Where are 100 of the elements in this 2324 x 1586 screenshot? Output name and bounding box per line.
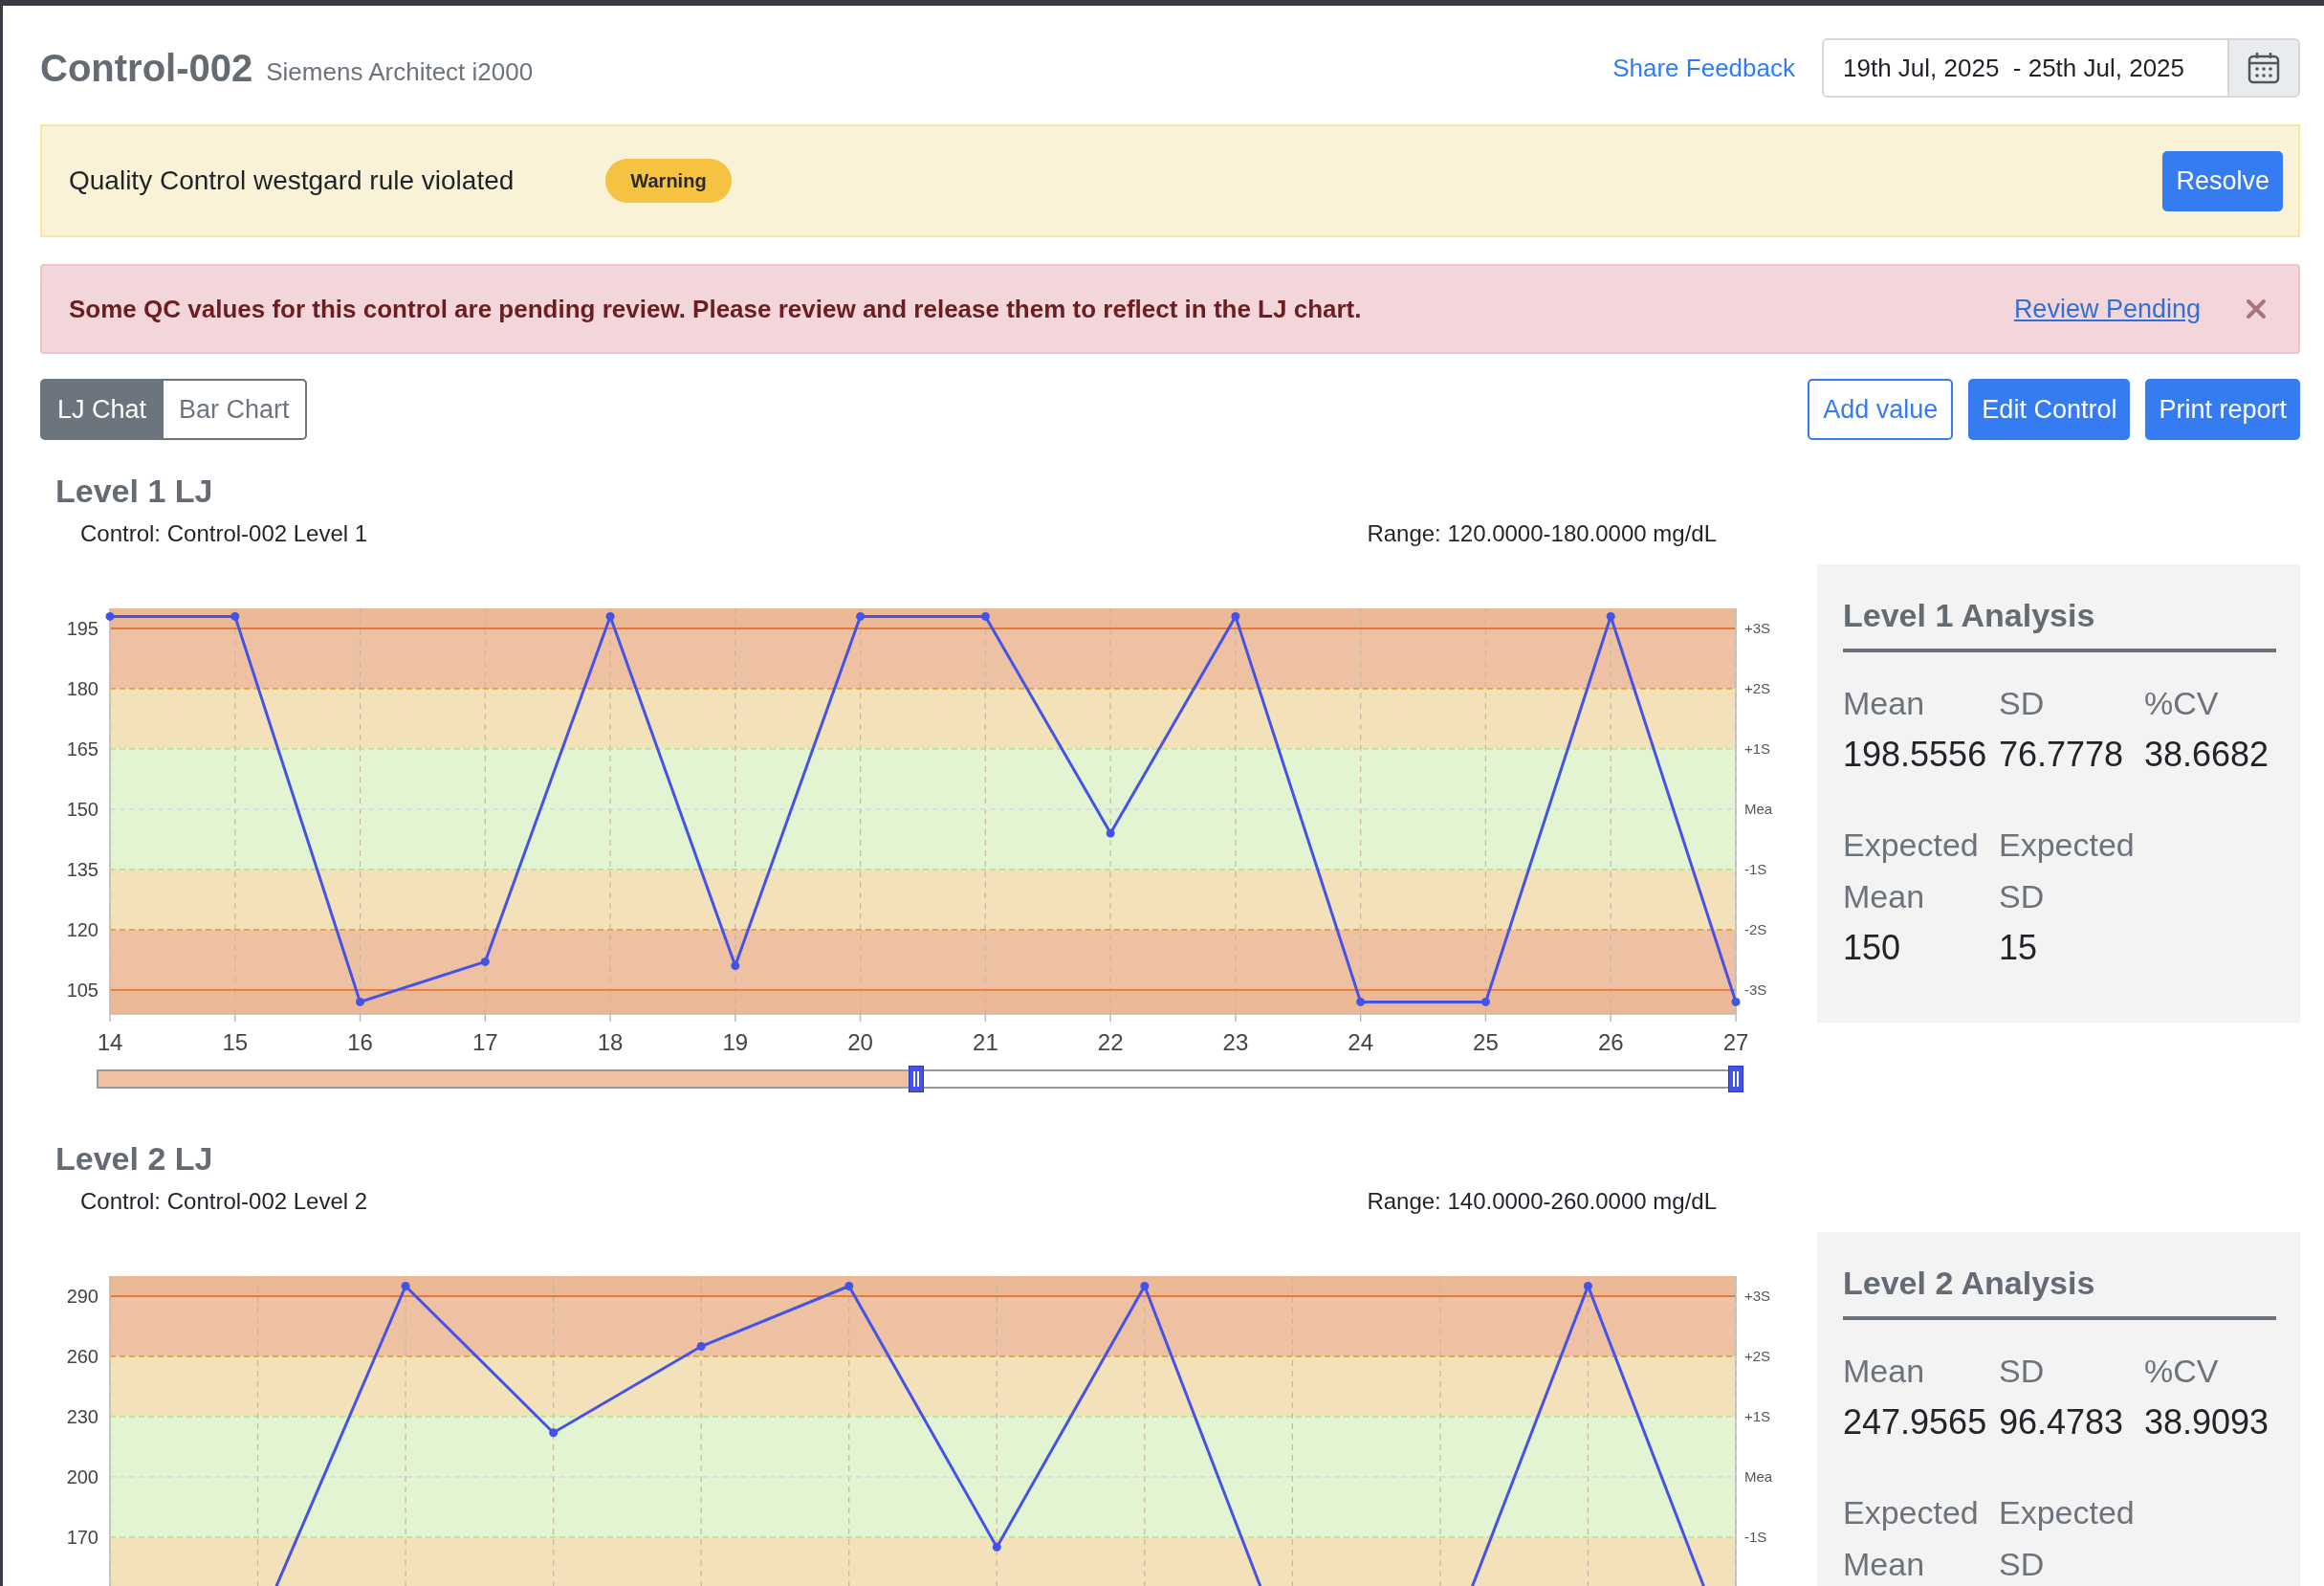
data-point[interactable]	[696, 1341, 706, 1351]
stat-value: 76.7778	[1999, 734, 2125, 776]
data-point[interactable]	[549, 1428, 559, 1438]
calendar-button[interactable]	[2227, 40, 2298, 96]
action-button[interactable]: Add value	[1808, 379, 1954, 440]
stat-value: 38.6682	[2144, 734, 2270, 776]
axis-tick-label: 23	[1222, 1029, 1249, 1055]
control-name: Control: Control-002 Level 1	[80, 519, 368, 548]
axis-tick-label: 26	[1597, 1029, 1624, 1055]
action-button[interactable]: Print report	[2145, 379, 2300, 440]
data-point[interactable]	[230, 611, 240, 621]
sigma-label: +2S	[1744, 1347, 1771, 1364]
chart-title: Level 1 LJ	[55, 472, 214, 511]
axis-tick-label: 230	[66, 1405, 99, 1427]
data-point[interactable]	[856, 611, 866, 621]
stat-label: Expected Mean	[1843, 826, 1980, 916]
data-point[interactable]	[1583, 1282, 1592, 1290]
instrument-name: Siemens Architect i2000	[266, 55, 534, 88]
sigma-label: Mea	[1744, 800, 1773, 817]
axis-tick-label: 260	[66, 1345, 99, 1367]
data-point[interactable]	[356, 997, 365, 1006]
axis-tick-label: 21	[973, 1029, 998, 1055]
data-point[interactable]	[480, 957, 490, 966]
analysis-title: Level 2 Analysis	[1843, 1257, 2276, 1320]
axis-tick-label: 170	[66, 1526, 99, 1548]
review-pending-link[interactable]: Review Pending	[2013, 289, 2201, 329]
sigma-label: Mea	[1744, 1467, 1773, 1485]
sigma-label: -2S	[1744, 920, 1767, 937]
data-point[interactable]	[731, 961, 740, 971]
stat-label: %CV	[2144, 684, 2220, 723]
data-point[interactable]	[980, 611, 990, 621]
chart-title: Level 2 LJ	[55, 1139, 214, 1178]
data-point[interactable]	[401, 1282, 410, 1290]
axis-tick-label: 180	[66, 677, 99, 699]
sigma-label: -1S	[1744, 1528, 1767, 1545]
axis-tick-label: 25	[1473, 1029, 1499, 1055]
sigma-label: -3S	[1744, 980, 1767, 998]
data-point[interactable]	[1356, 997, 1366, 1006]
stat-value: 96.4783	[1999, 1401, 2125, 1443]
stat-label: SD	[1999, 1352, 2046, 1391]
warning-message: Quality Control westgard rule violated	[69, 165, 515, 197]
data-point[interactable]	[105, 611, 115, 621]
data-point[interactable]	[1480, 997, 1490, 1006]
stat-value: 38.9093	[2144, 1401, 2270, 1443]
sigma-label: +2S	[1744, 679, 1771, 696]
action-button[interactable]: Edit Control	[1968, 379, 2131, 440]
axis-tick-label: 200	[66, 1465, 99, 1487]
stat-value: 15	[1999, 927, 2039, 969]
sigma-label: -1S	[1744, 860, 1767, 877]
data-point[interactable]	[1731, 997, 1741, 1006]
stat-label: SD	[1999, 684, 2046, 723]
axis-tick-label: 19	[722, 1029, 749, 1055]
axis-tick-label: 150	[66, 798, 99, 820]
data-point[interactable]	[1231, 611, 1240, 621]
axis-tick-label: 15	[222, 1029, 249, 1055]
stat-label: Expected SD	[1999, 1493, 2136, 1584]
data-point[interactable]	[1140, 1282, 1150, 1290]
view-tab[interactable]: LJ Chat	[40, 379, 164, 440]
page-title: Control-002	[40, 46, 253, 91]
warning-tag: Warning	[605, 159, 732, 203]
date-range-value: 19th Jul, 2025 - 25th Jul, 2025	[1842, 52, 2186, 84]
range-text: Range: 140.0000-260.0000 mg/dL	[1367, 1187, 1717, 1216]
pending-message: Some QC values for this control are pending review. Please review and release them to reflect in the LJ chart.	[69, 293, 1362, 325]
stat-label: Mean	[1843, 684, 1926, 723]
view-tab[interactable]: Bar Chart	[162, 379, 307, 440]
axis-tick-label: 22	[1097, 1029, 1124, 1055]
axis-tick-label: 14	[97, 1029, 123, 1055]
data-point[interactable]	[1606, 611, 1615, 621]
sigma-label: +1S	[1744, 739, 1771, 757]
axis-tick-label: 105	[66, 979, 99, 1001]
calendar-icon	[2247, 51, 2281, 85]
axis-tick-label: 17	[471, 1029, 498, 1055]
sigma-label: +1S	[1744, 1407, 1771, 1424]
stat-label: Expected SD	[1999, 826, 2136, 916]
stat-label: Expected Mean	[1843, 1493, 1980, 1584]
axis-tick-label: 290	[66, 1286, 99, 1307]
data-point[interactable]	[605, 611, 615, 621]
data-point[interactable]	[844, 1282, 854, 1290]
range-text: Range: 120.0000-180.0000 mg/dL	[1367, 519, 1717, 548]
axis-tick-label: 165	[66, 738, 99, 760]
axis-tick-label: 24	[1348, 1029, 1374, 1055]
date-range-picker[interactable]: 19th Jul, 2025 - 25th Jul, 2025	[1822, 38, 2300, 98]
sigma-label: +3S	[1744, 620, 1771, 636]
sigma-label: +3S	[1744, 1288, 1771, 1304]
share-feedback-link[interactable]: Share Feedback	[1612, 49, 1795, 87]
stat-label: %CV	[2144, 1352, 2220, 1391]
axis-tick-label: 16	[347, 1029, 373, 1055]
analysis-title: Level 1 Analysis	[1843, 589, 2276, 652]
data-point[interactable]	[992, 1542, 1001, 1552]
control-name: Control: Control-002 Level 2	[80, 1187, 368, 1216]
stat-value: 198.5556	[1843, 734, 1988, 776]
axis-tick-label: 18	[597, 1029, 624, 1055]
data-point[interactable]	[1106, 828, 1115, 838]
axis-tick-label: 120	[66, 918, 99, 940]
axis-tick-label: 195	[66, 618, 99, 639]
axis-tick-label: 20	[847, 1029, 873, 1055]
stat-label: Mean	[1843, 1352, 1926, 1391]
axis-tick-label: 135	[66, 858, 99, 880]
stat-value: 247.9565	[1843, 1401, 1988, 1443]
resolve-button[interactable]: Resolve	[2162, 150, 2283, 211]
